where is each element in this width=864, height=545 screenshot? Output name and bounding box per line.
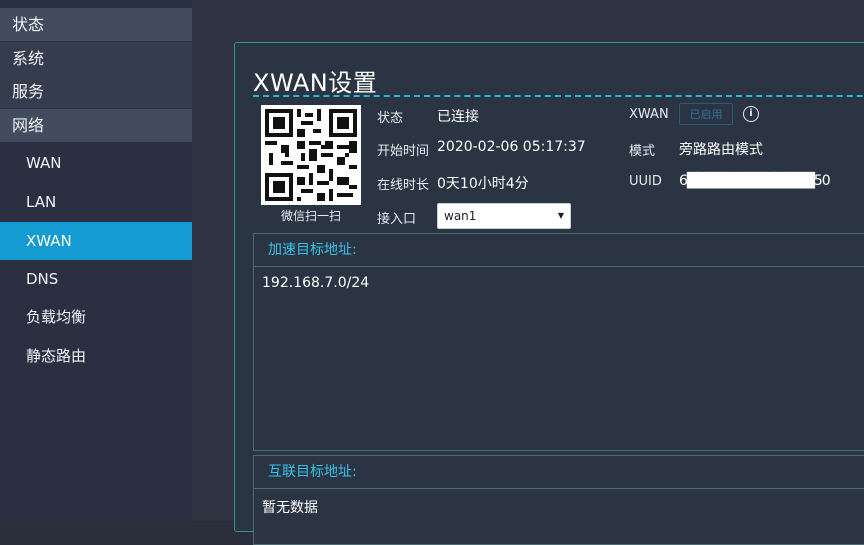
sidebar-item-label: WAN [26, 154, 62, 172]
sidebar-group-status[interactable]: 状态 [0, 8, 192, 41]
mode-value: 旁路路由模式 [679, 142, 763, 158]
sidebar-item-label: LAN [26, 193, 57, 211]
sidebar-group-service[interactable]: 服务 [0, 75, 192, 108]
sidebar-item-label: 负载均衡 [26, 308, 87, 326]
accelerate-target-value[interactable]: 192.168.7.0/24 [254, 267, 864, 299]
page-title: XWAN设置 [253, 69, 378, 97]
start-time-label: 开始时间 [377, 144, 430, 159]
xwan-label: XWAN [629, 107, 669, 122]
access-port-value: wan1 [444, 209, 477, 223]
info-icon[interactable]: i [743, 106, 759, 122]
interconnect-target-title: 互联目标地址: [254, 456, 864, 489]
enabled-button[interactable]: 已启用 [679, 103, 733, 125]
sidebar: 状态 系统 服务 网络 WAN LAN XWAN DNS 负载均衡 静态路由 [0, 0, 192, 521]
qr-code-graphic [261, 105, 361, 205]
status-label: 状态 [377, 111, 404, 126]
interconnect-target-value: 暂无数据 [262, 500, 318, 516]
sidebar-group-label: 系统 [12, 49, 45, 68]
sidebar-item-wan[interactable]: WAN [0, 144, 192, 182]
sidebar-group-label: 网络 [12, 116, 45, 135]
sidebar-item-xwan[interactable]: XWAN [0, 222, 192, 260]
chevron-down-icon: ▼ [557, 211, 564, 220]
sidebar-group-network[interactable]: 网络 [0, 109, 192, 142]
accelerate-target-box: 加速目标地址: 192.168.7.0/24 [253, 233, 864, 451]
sidebar-item-label: DNS [26, 270, 59, 288]
sidebar-item-dns[interactable]: DNS [0, 260, 192, 298]
start-time-value: 2020-02-06 05:17:37 [437, 139, 586, 155]
sidebar-group-system[interactable]: 系统 [0, 42, 192, 75]
accelerate-target-title: 加速目标地址: [254, 234, 864, 267]
sidebar-group-label: 服务 [12, 82, 45, 101]
qr-code [261, 105, 361, 205]
status-value: 已连接 [437, 109, 479, 125]
sidebar-item-lan[interactable]: LAN [0, 183, 192, 221]
sidebar-item-label: XWAN [26, 232, 72, 250]
title-divider [253, 95, 864, 97]
access-port-select[interactable]: wan1 ▼ [437, 203, 571, 229]
uuid-value: 6█████████████50 [679, 173, 831, 189]
qr-caption: 微信扫一扫 [280, 209, 341, 223]
online-duration-label: 在线时长 [377, 178, 430, 193]
access-port-label: 接入口 [377, 212, 417, 227]
sidebar-item-static-route[interactable]: 静态路由 [0, 337, 192, 375]
online-duration-value: 0天10小时4分 [437, 176, 529, 192]
xwan-panel: XWAN设置 微信扫一扫 状态 已连接 开始时间 2020-02-06 05:1… [234, 42, 864, 545]
interconnect-target-box: 互联目标地址: 暂无数据 [253, 455, 864, 545]
sidebar-item-label: 静态路由 [26, 347, 87, 365]
sidebar-group-label: 状态 [12, 15, 45, 34]
sidebar-item-load-balance[interactable]: 负载均衡 [0, 298, 192, 336]
uuid-label: UUID [629, 174, 662, 189]
mode-label: 模式 [629, 144, 656, 159]
